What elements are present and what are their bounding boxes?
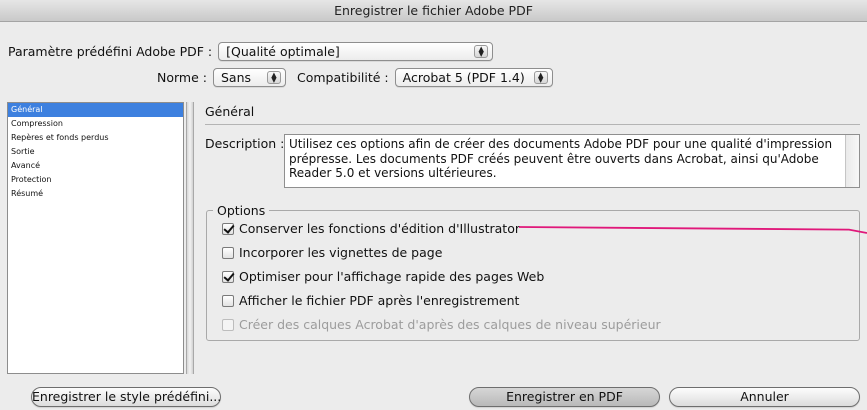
checkbox-unchecked-icon[interactable] [222, 294, 234, 307]
checkbox-checked-icon[interactable] [222, 270, 234, 283]
standard-label: Norme : [157, 70, 207, 85]
description-scrollbar[interactable] [845, 135, 859, 187]
sidebar-item-marks-bleeds[interactable]: Repères et fonds perdus [8, 131, 183, 145]
option-label: Incorporer les vignettes de page [239, 245, 443, 260]
options-legend: Options [213, 203, 270, 218]
pane-splitter[interactable] [186, 102, 194, 374]
option-embed-thumbnails[interactable]: Incorporer les vignettes de page [222, 245, 442, 260]
sidebar-item-security[interactable]: Protection [8, 173, 183, 187]
sidebar-item-summary[interactable]: Résumé [8, 187, 183, 201]
preset-select[interactable]: [Qualité optimale] ▲ ▼ [218, 42, 494, 61]
up-down-arrows-icon: ▲ ▼ [474, 45, 489, 58]
preset-label: Paramètre prédéfini Adobe PDF : [8, 44, 213, 59]
standard-value: Sans [220, 70, 252, 85]
checkbox-disabled-icon [222, 318, 234, 331]
sidebar-item-compression[interactable]: Compression [8, 117, 183, 131]
standard-select[interactable]: Sans ▲ ▼ [212, 68, 286, 87]
sidebar-item-general[interactable]: Général [8, 103, 183, 117]
annotation-line [519, 226, 867, 234]
up-down-arrows-icon: ▲ ▼ [533, 71, 548, 84]
checkbox-checked-icon[interactable] [222, 222, 234, 235]
description-box: Utilisez ces options afin de créer des d… [284, 134, 860, 188]
description-label: Description : [205, 136, 285, 151]
save-pdf-button[interactable]: Enregistrer en PDF [469, 387, 660, 407]
sidebar-item-output[interactable]: Sortie [8, 145, 183, 159]
option-preserve-editing[interactable]: Conserver les fonctions d'édition d'Illu… [222, 221, 520, 236]
option-label: Créer des calques Acrobat d'après des ca… [239, 317, 661, 332]
option-label: Optimiser pour l'affichage rapide des pa… [239, 269, 545, 284]
section-divider [205, 124, 860, 125]
section-title: Général [205, 104, 255, 119]
preset-value: [Qualité optimale] [226, 44, 340, 59]
checkbox-unchecked-icon[interactable] [222, 246, 234, 259]
description-text: Utilisez ces options afin de créer des d… [289, 137, 833, 180]
compatibility-value: Acrobat 5 (PDF 1.4) [402, 70, 525, 85]
cancel-button[interactable]: Annuler [669, 387, 860, 407]
option-label: Afficher le fichier PDF après l'enregist… [239, 293, 520, 308]
save-preset-button[interactable]: Enregistrer le style prédéfini... [31, 387, 221, 407]
category-list[interactable]: Général Compression Repères et fonds per… [7, 102, 184, 374]
compatibility-label: Compatibilité : [296, 70, 389, 85]
option-label: Conserver les fonctions d'édition d'Illu… [239, 221, 520, 236]
preset-row: Paramètre prédéfini Adobe PDF : [Qualité… [8, 42, 494, 61]
option-create-acrobat-layers: Créer des calques Acrobat d'après des ca… [222, 317, 661, 332]
compatibility-select[interactable]: Acrobat 5 (PDF 1.4) ▲ ▼ [394, 68, 553, 87]
standard-row: Norme : Sans ▲ ▼ Compatibilité : Acrobat … [157, 68, 553, 87]
option-fast-web-view[interactable]: Optimiser pour l'affichage rapide des pa… [222, 269, 544, 284]
window-title: Enregistrer le fichier Adobe PDF [0, 0, 867, 22]
up-down-arrows-icon: ▲ ▼ [266, 71, 281, 84]
option-view-after-save[interactable]: Afficher le fichier PDF après l'enregist… [222, 293, 519, 308]
sidebar-item-advanced[interactable]: Avancé [8, 159, 183, 173]
